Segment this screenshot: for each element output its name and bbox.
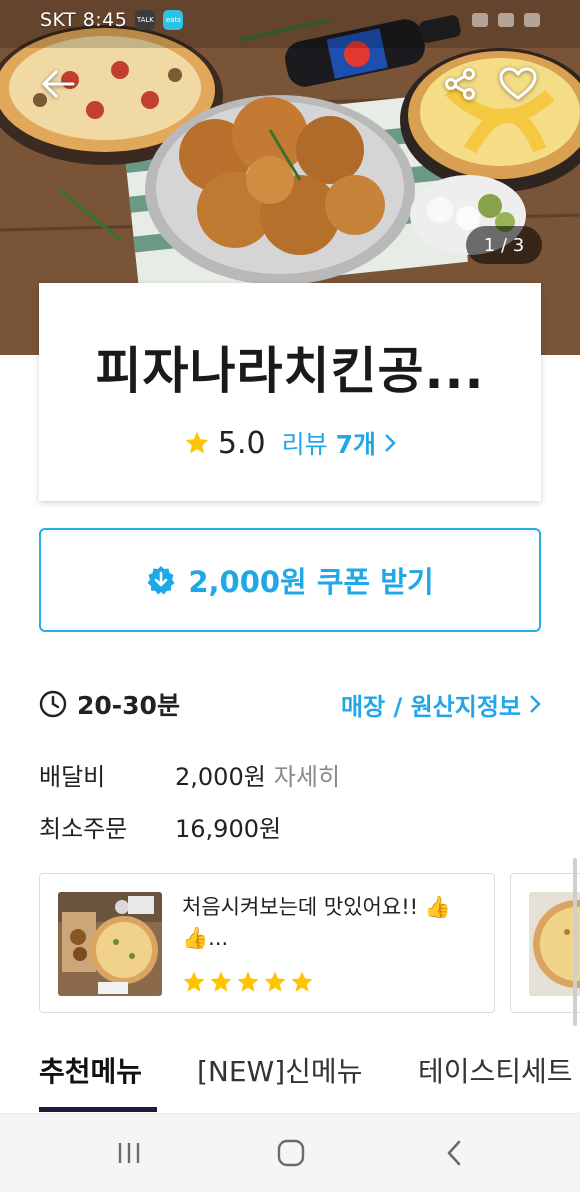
system-back-icon <box>447 1140 461 1166</box>
share-button[interactable] <box>438 62 482 106</box>
coupon-download-icon <box>147 566 175 595</box>
star-icon <box>237 971 259 992</box>
home-button[interactable] <box>261 1123 321 1183</box>
store-origin-info-label: 매장 / 원산지정보 <box>340 692 521 721</box>
talk-app-icon: TALK <box>135 10 156 30</box>
review-rating-stars <box>182 970 314 994</box>
star-icon <box>291 971 313 992</box>
recents-button[interactable] <box>99 1123 159 1183</box>
scroll-indicator <box>573 858 577 1026</box>
review-card[interactable]: 처음시켜보는데 맛있어요!! 👍👍... <box>39 873 495 1013</box>
review-count: 7개 <box>335 430 377 459</box>
wifi-icon <box>472 13 488 27</box>
back-arrow-icon <box>42 70 75 98</box>
share-icon <box>445 68 475 100</box>
back-button[interactable] <box>36 62 80 106</box>
star-icon <box>210 971 232 992</box>
favorite-button[interactable] <box>496 62 540 106</box>
coupon-button[interactable]: 2,000원 쿠폰 받기 <box>39 528 541 632</box>
min-order-value: 16,900원 <box>175 815 282 843</box>
system-icons <box>472 13 540 27</box>
delivery-fee-label: 배달비 <box>39 763 106 791</box>
eats-app-icon: eats <box>163 10 184 30</box>
heart-icon <box>499 67 537 100</box>
rating-row: 5.0 리뷰 7개 <box>184 425 396 461</box>
delivery-time: 20-30분 <box>77 691 180 720</box>
delivery-fee-detail-link[interactable]: 자세히 <box>274 757 340 792</box>
system-back-button[interactable] <box>424 1123 484 1183</box>
star-icon <box>183 971 205 992</box>
min-order-label: 최소주문 <box>39 815 128 843</box>
clock-icon <box>39 690 67 718</box>
active-tab-indicator <box>39 1107 157 1112</box>
star-icon <box>264 971 286 992</box>
tab-recommended[interactable]: 추천메뉴 <box>39 1050 142 1090</box>
rating-value: 5.0 <box>217 425 266 461</box>
signal-icon <box>498 13 514 27</box>
star-icon <box>185 431 209 454</box>
min-order-row: 최소주문 16,900원 <box>39 809 539 844</box>
delivery-time-row: 20-30분 매장 / 원산지정보 <box>39 684 541 724</box>
review-label: 리뷰 <box>281 430 328 459</box>
system-navigation-bar <box>0 1114 580 1192</box>
review-photo <box>58 892 162 996</box>
menu-tab-bar: 추천메뉴 [NEW]신메뉴 테이스티세트 <box>0 1040 580 1114</box>
store-info-card: 피자나라치킨공... 5.0 리뷰 7개 <box>39 283 541 501</box>
store-origin-info-link[interactable]: 매장 / 원산지정보 <box>341 687 541 722</box>
battery-icon <box>524 13 540 27</box>
review-text: 처음시켜보는데 맛있어요!! 👍👍... <box>182 895 451 950</box>
status-bar: SKT 8:45 TALK eats <box>0 0 580 40</box>
store-name: 피자나라치킨공... <box>95 342 485 400</box>
home-icon <box>277 1139 305 1167</box>
status-carrier-time: SKT 8:45 <box>40 9 128 31</box>
delivery-fee-value: 2,000원 <box>175 763 266 791</box>
coupon-label: 2,000원 쿠폰 받기 <box>188 565 434 599</box>
chevron-right-icon <box>385 434 396 452</box>
review-card-next[interactable] <box>510 873 580 1013</box>
review-link[interactable]: 리뷰 7개 <box>282 425 396 461</box>
chevron-right-icon <box>530 695 541 713</box>
delivery-fee-row: 배달비 2,000원 자세히 <box>39 757 539 792</box>
tab-tasty-set[interactable]: 테이스티세트 <box>418 1050 573 1090</box>
tab-new-menu[interactable]: [NEW]신메뉴 <box>197 1050 362 1090</box>
recents-icon <box>118 1143 140 1163</box>
image-counter: 1 / 3 <box>466 226 542 264</box>
